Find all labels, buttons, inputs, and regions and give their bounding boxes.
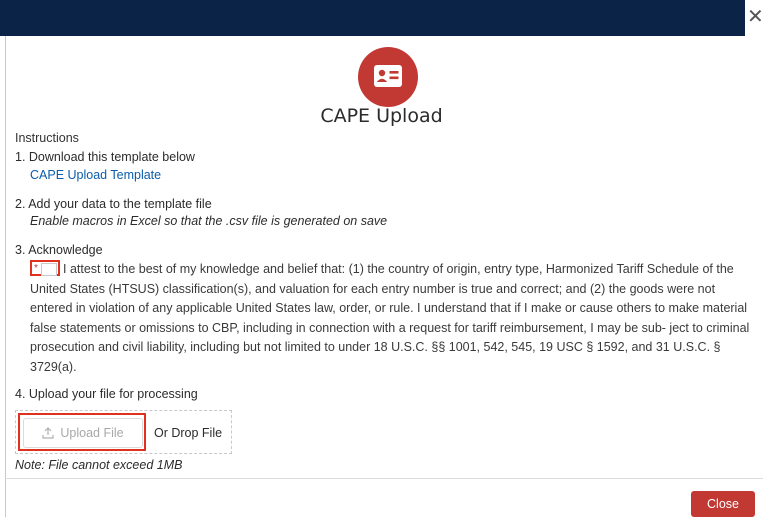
step-4-label: 4. Upload your file for processing xyxy=(15,387,198,401)
macros-note: Enable macros in Excel so that the .csv … xyxy=(30,214,388,228)
acknowledge-paragraph: * I attest to the best of my knowledge a… xyxy=(30,260,752,377)
checkbox-box[interactable] xyxy=(41,263,57,276)
upload-file-label: Upload File xyxy=(60,426,124,440)
modal-header-bar xyxy=(0,0,745,36)
close-icon[interactable]: ✕ xyxy=(747,6,763,28)
acknowledge-text: I attest to the best of my knowledge and… xyxy=(30,262,750,374)
required-marker: * xyxy=(34,263,38,274)
step-3-label: 3. Acknowledge xyxy=(15,243,103,257)
contact-card-icon xyxy=(358,47,418,107)
template-download-link[interactable]: CAPE Upload Template xyxy=(30,168,161,182)
file-size-note: Note: File cannot exceed 1MB xyxy=(15,458,183,472)
acknowledge-checkbox[interactable]: * xyxy=(30,260,60,276)
close-button[interactable]: Close xyxy=(691,491,755,517)
upload-file-button[interactable]: Upload File xyxy=(23,418,143,448)
modal-title: CAPE Upload xyxy=(320,105,443,127)
upload-icon xyxy=(42,427,54,439)
drop-file-text: Or Drop File xyxy=(154,426,223,440)
upload-button-highlight: Upload File xyxy=(18,413,146,451)
instructions-label: Instructions xyxy=(15,131,79,145)
step-1-label: 1. Download this template below xyxy=(15,150,195,164)
footer-divider xyxy=(5,478,763,479)
step-2-label: 2. Add your data to the template file xyxy=(15,197,212,211)
